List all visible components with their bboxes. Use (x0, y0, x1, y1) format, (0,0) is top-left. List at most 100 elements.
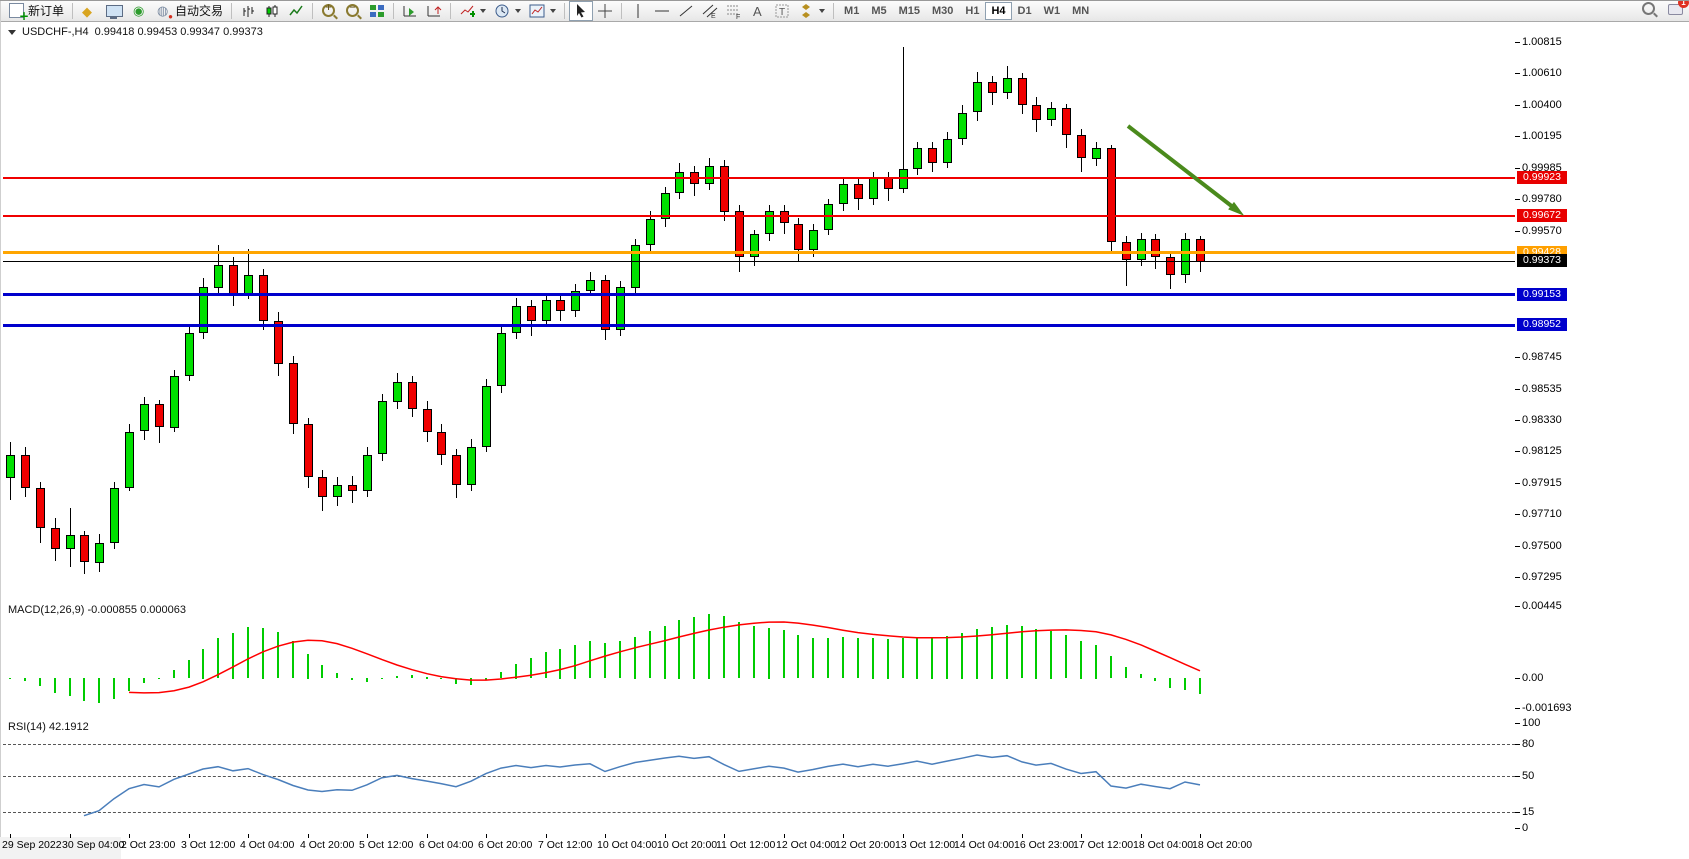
horizontal-line-object[interactable] (3, 251, 1515, 254)
candle (289, 363, 298, 424)
macd-histogram-bar (1184, 678, 1186, 690)
macd-indicator-label: MACD(12,26,9) -0.000855 0.000063 (8, 604, 186, 616)
candle (140, 404, 149, 431)
macd-histogram-bar (247, 627, 249, 678)
time-axis-tick (367, 834, 368, 838)
time-axis-label: 7 Oct 12:00 (538, 839, 592, 851)
candle (899, 169, 908, 189)
macd-histogram-bar (202, 649, 204, 679)
macd-histogram-bar (143, 678, 145, 683)
macd-histogram-bar (946, 636, 948, 679)
price-axis-tick (1515, 451, 1520, 452)
macd-histogram-bar (723, 616, 725, 678)
candle (928, 148, 937, 163)
macd-histogram-bar (931, 637, 933, 679)
macd-histogram-bar (381, 678, 383, 679)
time-axis-label: 30 Sep 04:00 (62, 839, 124, 851)
candle (601, 280, 610, 330)
macd-histogram-bar (797, 635, 799, 678)
candle (1047, 108, 1056, 120)
macd-histogram-bar (426, 677, 428, 679)
price-tag: 0.99373 (1517, 254, 1567, 267)
macd-histogram-bar (217, 638, 219, 678)
price-axis-tick (1515, 168, 1520, 169)
candle (274, 321, 283, 364)
time-axis-tick (189, 834, 190, 838)
candle (363, 455, 372, 491)
candle (720, 166, 729, 212)
candle (1077, 135, 1086, 158)
macd-histogram-bar (574, 645, 576, 679)
price-axis-tick (1515, 73, 1520, 74)
macd-histogram-bar (307, 654, 309, 679)
macd-histogram-bar (887, 639, 889, 679)
macd-histogram-bar (708, 614, 710, 679)
time-axis-tick (843, 834, 844, 838)
candle (1018, 78, 1027, 105)
price-axis-tick (1515, 483, 1520, 484)
rsi-axis-label: 100 (1522, 717, 1540, 729)
time-axis-label: 6 Oct 04:00 (419, 839, 473, 851)
collapse-icon[interactable] (8, 30, 16, 35)
rsi-axis-tick (1515, 828, 1520, 829)
candle (586, 280, 595, 291)
macd-histogram-bar (411, 675, 413, 678)
horizontal-line-object[interactable] (3, 215, 1515, 217)
horizontal-line-object[interactable] (3, 293, 1515, 296)
candle (839, 184, 848, 204)
time-axis-tick (70, 834, 71, 838)
macd-histogram-bar (649, 631, 651, 678)
time-axis-tick (1200, 834, 1201, 838)
horizontal-line-object[interactable] (3, 324, 1515, 327)
price-axis-label: 0.97915 (1522, 477, 1562, 489)
candle (794, 224, 803, 250)
candle (809, 230, 818, 250)
macd-histogram-bar (440, 678, 442, 679)
candle (542, 300, 551, 321)
candle (110, 488, 119, 543)
macd-histogram-bar (1095, 645, 1097, 679)
candle (482, 386, 491, 447)
candle (437, 432, 446, 455)
price-axis-label: 1.00610 (1522, 67, 1562, 79)
candle (125, 432, 134, 488)
macd-histogram-bar (351, 678, 353, 680)
macd-histogram-bar (1065, 635, 1067, 678)
time-axis-tick (10, 834, 11, 838)
candle (229, 265, 238, 295)
macd-histogram-bar (604, 643, 606, 678)
chart-area[interactable]: 1.008151.006101.004001.001950.999850.997… (0, 0, 1689, 859)
price-axis-label: 0.99570 (1522, 225, 1562, 237)
chart-title-row: USDCHF-,H4 0.99418 0.99453 0.99347 0.993… (8, 26, 263, 38)
time-axis-label: 12 Oct 04:00 (776, 839, 836, 851)
rsi-level-line (3, 776, 1515, 777)
macd-histogram-bar (69, 678, 71, 696)
price-axis-tick (1515, 389, 1520, 390)
macd-axis-label: -0.001693 (1522, 702, 1572, 714)
macd-histogram-bar (39, 678, 41, 686)
macd-histogram-bar (872, 638, 874, 679)
time-axis-tick (486, 834, 487, 838)
price-axis-tick (1515, 357, 1520, 358)
macd-histogram-bar (753, 626, 755, 678)
macd-histogram-bar (366, 678, 368, 682)
macd-histogram-bar (530, 658, 532, 678)
time-axis-label: 17 Oct 12:00 (1073, 839, 1133, 851)
macd-histogram-bar (961, 633, 963, 679)
window-frame-right (0, 1, 1, 837)
macd-histogram-bar (54, 678, 56, 693)
price-axis-tick (1515, 105, 1520, 106)
macd-histogram-bar (158, 678, 160, 679)
candle (21, 455, 30, 488)
horizontal-line-object[interactable] (3, 177, 1515, 179)
macd-axis-label: 0.00 (1522, 672, 1543, 684)
bid-price-line (3, 261, 1515, 262)
time-axis-tick (248, 834, 249, 838)
macd-axis-label: 0.00445 (1522, 600, 1562, 612)
macd-histogram-bar (1125, 667, 1127, 678)
macd-histogram-bar (664, 626, 666, 679)
macd-histogram-bar (485, 678, 487, 680)
macd-histogram-bar (1021, 626, 1023, 678)
macd-histogram-bar (1140, 674, 1142, 678)
candle (304, 424, 313, 477)
